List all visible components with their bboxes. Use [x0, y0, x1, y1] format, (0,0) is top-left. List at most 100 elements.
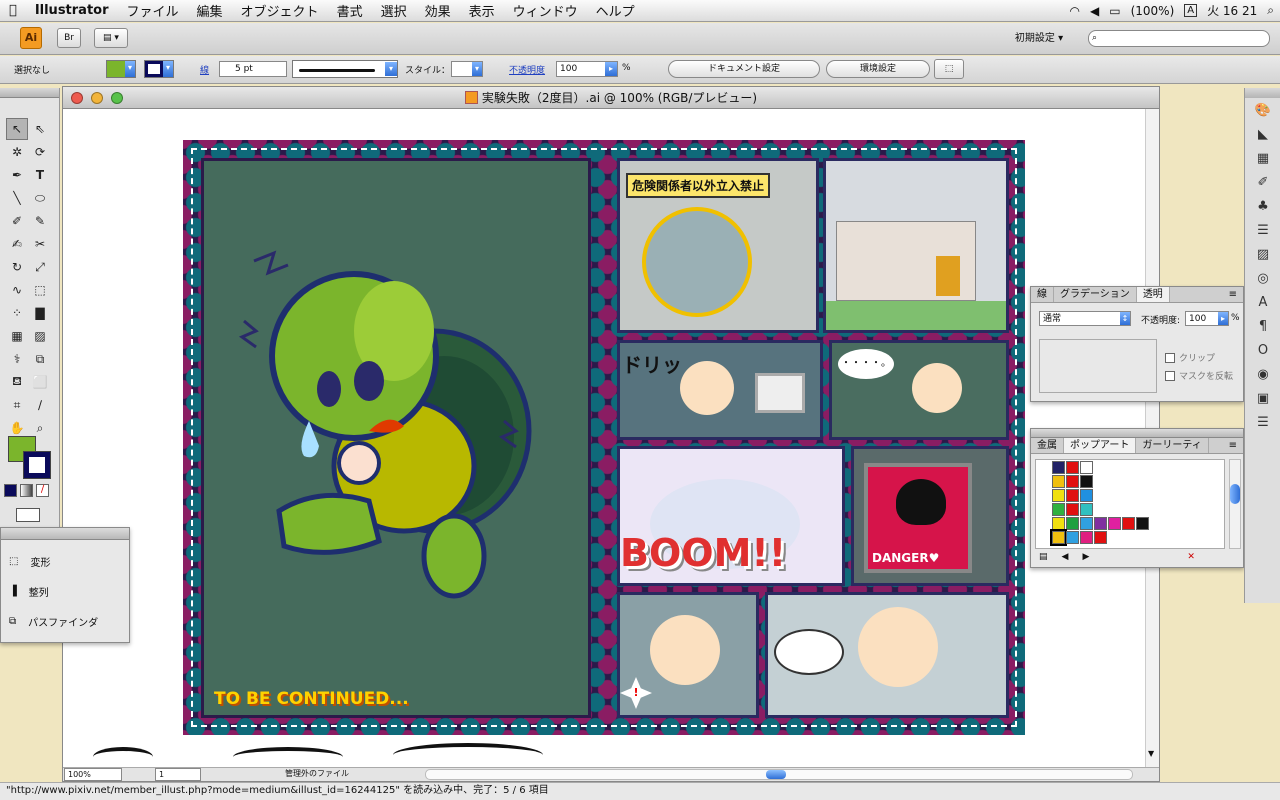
delete-swatch-icon[interactable]: ✕ [1187, 552, 1195, 562]
minimize-window-icon[interactable] [91, 92, 103, 104]
close-window-icon[interactable] [71, 92, 83, 104]
menu-object[interactable]: オブジェクト [232, 1, 328, 20]
swatch[interactable] [1052, 503, 1065, 516]
mesh-tool-icon[interactable]: ▦ [6, 325, 28, 347]
battery-icon[interactable]: ▭ [1109, 4, 1120, 18]
menu-window[interactable]: ウィンドウ [504, 1, 587, 20]
menu-type[interactable]: 書式 [328, 1, 372, 20]
menu-file[interactable]: ファイル [118, 1, 188, 20]
swatch[interactable] [1066, 461, 1079, 474]
ai-app-icon[interactable]: Ai [20, 27, 42, 49]
blob-brush-tool-icon[interactable]: ✍ [6, 233, 28, 255]
layers-panel-icon[interactable]: ☰ [1245, 410, 1280, 434]
ellipse-tool-icon[interactable]: ⬭ [29, 187, 51, 209]
gradient-mode-icon[interactable] [20, 484, 33, 497]
align-item[interactable]: ▐ 整列 [9, 584, 121, 599]
palette-title-bar[interactable] [1031, 429, 1243, 438]
paragraph-panel-icon[interactable]: ¶ [1245, 314, 1280, 338]
swatch[interactable] [1094, 517, 1107, 530]
swatch[interactable] [1080, 461, 1093, 474]
scale-tool-icon[interactable]: ⤢ [29, 256, 51, 278]
transparency-opacity-field[interactable]: 100 ▸ [1185, 311, 1229, 326]
live-paint-bucket-tool-icon[interactable]: ⛾ [6, 371, 28, 393]
swatch-scroll-thumb[interactable] [1230, 484, 1240, 504]
arrange-documents-icon[interactable]: ▤ ▾ [94, 28, 128, 48]
input-method-icon[interactable]: A [1184, 4, 1198, 17]
scissors-tool-icon[interactable]: ✂ [29, 233, 51, 255]
panel-menu-icon[interactable]: ≡ [1223, 287, 1243, 302]
tab-metal[interactable]: 金属 [1031, 438, 1064, 453]
color-mode-icon[interactable] [4, 484, 17, 497]
swatch[interactable] [1052, 517, 1065, 530]
swatch[interactable] [1080, 531, 1093, 544]
horizontal-scrollbar[interactable] [425, 769, 1133, 780]
line-tool-icon[interactable]: ╲ [6, 187, 28, 209]
live-paint-selection-tool-icon[interactable]: ⬜ [29, 371, 51, 393]
stroke-weight-field[interactable]: 5 pt [219, 61, 287, 77]
swatch[interactable] [1050, 529, 1067, 546]
zoom-level-field[interactable]: 100% [64, 768, 122, 781]
tab-stroke[interactable]: 線 [1031, 287, 1054, 302]
opacity-label[interactable]: 不透明度 [509, 63, 545, 76]
comic-artwork[interactable]: TO BE CONTINUED... 危険関係者以外立入禁止 ドリッ ・・・・。… [183, 140, 1025, 735]
document-status-text[interactable]: 管理外のファイル [285, 768, 349, 779]
brushes-panel-icon[interactable]: ✐ [1245, 170, 1280, 194]
wifi-icon[interactable]: ◠ [1070, 4, 1080, 18]
spotlight-icon[interactable]: ⌕ [1267, 3, 1274, 18]
stroke-color-picker[interactable]: ▾ [144, 60, 174, 78]
swatch[interactable] [1136, 517, 1149, 530]
menu-select[interactable]: 選択 [372, 1, 416, 20]
type-tool-icon[interactable]: T [29, 164, 51, 186]
document-settings-button[interactable]: ドキュメント設定 [668, 60, 820, 78]
tab-transparency[interactable]: 透明 [1136, 287, 1170, 302]
swatches-panel-icon[interactable]: ▦ [1245, 146, 1280, 170]
tab-gradient[interactable]: グラデーション [1054, 287, 1137, 302]
page-number-field[interactable]: 1 [155, 768, 201, 781]
transparency-panel-icon[interactable]: ◎ [1245, 266, 1280, 290]
pen-tool-icon[interactable]: ✒ [6, 164, 28, 186]
stroke-panel-icon[interactable]: ☰ [1245, 218, 1280, 242]
opacity-mask-thumbnail[interactable] [1039, 339, 1157, 393]
swatch[interactable] [1066, 475, 1079, 488]
isolation-mode-icon[interactable]: ⬚ [934, 59, 964, 79]
zoom-window-icon[interactable] [111, 92, 123, 104]
apple-icon[interactable]:  [0, 3, 26, 18]
direct-selection-tool-icon[interactable]: ⇖ [29, 118, 51, 140]
graphic-styles-panel-icon[interactable]: ▣ [1245, 386, 1280, 410]
lasso-tool-icon[interactable]: ⟳ [29, 141, 51, 163]
warp-tool-icon[interactable]: ∿ [6, 279, 28, 301]
menu-edit[interactable]: 編集 [188, 1, 232, 20]
slice-tool-icon[interactable]: ∕ [29, 394, 51, 416]
stroke-label[interactable]: 線 [200, 63, 209, 76]
clip-checkbox[interactable]: クリップ [1165, 351, 1215, 364]
swatch[interactable] [1052, 461, 1065, 474]
help-search-input[interactable]: ⌕ [1088, 30, 1270, 47]
swatch[interactable] [1080, 475, 1093, 488]
magic-wand-tool-icon[interactable]: ✲ [6, 141, 28, 163]
symbol-sprayer-tool-icon[interactable]: ⁘ [6, 302, 28, 324]
appearance-panel-icon[interactable]: ◉ [1245, 362, 1280, 386]
panel-menu-icon[interactable]: ≡ [1223, 438, 1243, 453]
swatch[interactable] [1108, 517, 1121, 530]
invert-mask-checkbox[interactable]: マスクを反転 [1165, 369, 1233, 382]
gradient-tool-icon[interactable]: ▨ [29, 325, 51, 347]
symbols-panel-icon[interactable]: ♣ [1245, 194, 1280, 218]
blend-tool-icon[interactable]: ⧉ [29, 348, 51, 370]
menu-help[interactable]: ヘルプ [587, 1, 644, 20]
free-transform-tool-icon[interactable]: ⬚ [29, 279, 51, 301]
graphic-style-picker[interactable]: ▾ [451, 61, 483, 77]
gradient-panel-icon[interactable]: ▨ [1245, 242, 1280, 266]
opacity-field[interactable]: 100 ▸ [556, 61, 618, 77]
swatch[interactable] [1080, 503, 1093, 516]
swatch-scrollbar[interactable] [1229, 459, 1241, 549]
menu-effect[interactable]: 効果 [416, 1, 460, 20]
transform-item[interactable]: ⬚ 変形 [9, 554, 121, 569]
fill-color-picker[interactable]: ▾ [106, 60, 136, 78]
selection-tool-icon[interactable]: ↖ [6, 118, 28, 140]
none-mode-icon[interactable]: ∕ [36, 484, 49, 497]
column-graph-tool-icon[interactable]: ▇ [29, 302, 51, 324]
rotate-tool-icon[interactable]: ↻ [6, 256, 28, 278]
blend-mode-select[interactable]: 通常 ↕ [1039, 311, 1131, 326]
previous-library-icon[interactable]: ◀ [1062, 552, 1069, 562]
character-panel-icon[interactable]: A [1245, 290, 1280, 314]
